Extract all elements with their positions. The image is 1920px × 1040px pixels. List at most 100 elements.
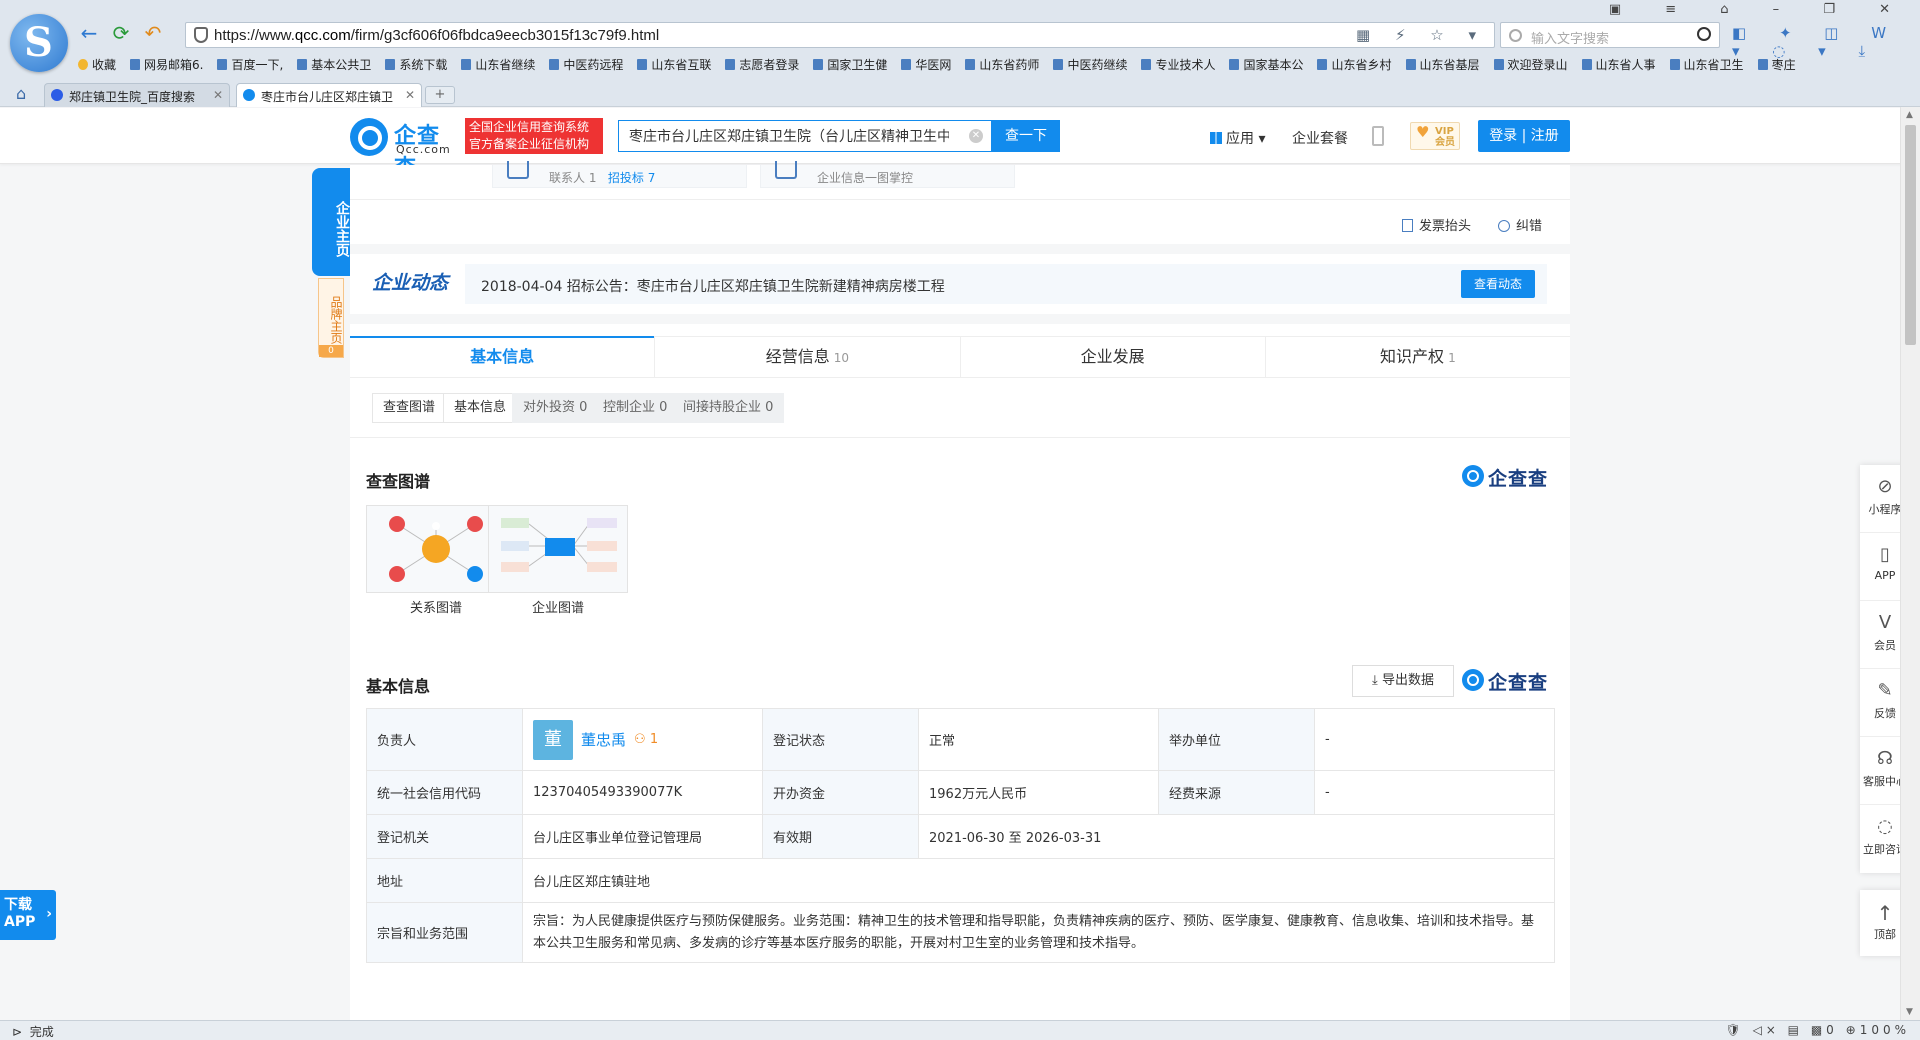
scroll-thumb[interactable] <box>1905 125 1916 345</box>
bookmark-item[interactable]: 国家基本公 <box>1229 56 1303 73</box>
bookmark-item[interactable]: 山东省人事 <box>1581 56 1656 73</box>
overview-card[interactable]: 企业信息一图掌控 <box>760 161 1015 188</box>
scroll-down-icon[interactable]: ▼ <box>1906 1007 1913 1017</box>
company-search-input[interactable] <box>619 121 959 151</box>
tab-label: 郑庄镇卫生院_百度搜索 <box>69 90 196 104</box>
bookmark-icon <box>1053 59 1064 70</box>
bookmark-item[interactable]: 中医药继续 <box>1053 56 1127 73</box>
page-scrollbar[interactable]: ▲ ▼ <box>1900 107 1920 1020</box>
bookmark-item[interactable]: 网易邮箱6. <box>130 56 203 73</box>
tab-development[interactable]: 企业发展 <box>961 337 1266 377</box>
bookmark-item[interactable]: 山东省乡村 <box>1317 56 1392 73</box>
bookmark-label: 山东省卫生 <box>1683 58 1744 72</box>
company-search-box: ✕ <box>618 120 992 152</box>
bookmark-label: 收藏 <box>92 58 117 72</box>
credit-code-label: 统一社会信用代码 <box>366 770 523 815</box>
bookmark-item[interactable]: 系统下载 <box>385 56 447 73</box>
bookmark-label: 枣庄 <box>1771 58 1796 72</box>
error-report-link[interactable]: 纠错 <box>1498 215 1542 234</box>
address-bar[interactable]: https://www.qcc.com/firm/g3cf606f06fbdca… <box>185 22 1495 48</box>
relation-graph-thumbnail[interactable] <box>366 505 506 593</box>
chevron-right-icon: › <box>46 906 52 922</box>
company-homepage-tab[interactable]: 企业主页 <box>312 168 350 276</box>
subtab-basic[interactable]: 基本信息 <box>443 393 518 423</box>
mobile-icon[interactable] <box>1372 126 1384 146</box>
tab-label: 企业发展 <box>1080 347 1145 366</box>
tab-ip[interactable]: 知识产权 1 <box>1266 337 1570 377</box>
close-tab-icon[interactable]: ✕ <box>213 88 223 102</box>
enterprise-graph-thumbnail[interactable] <box>488 505 628 593</box>
apps-menu[interactable]: 应用 ▾ <box>1210 128 1265 148</box>
bookmark-item[interactable]: 志愿者登录 <box>725 56 799 73</box>
back-icon[interactable]: ← <box>78 22 100 44</box>
bookmark-item[interactable]: 华医网 <box>901 56 951 73</box>
subtab-graph[interactable]: 查查图谱 <box>372 393 447 423</box>
package-link[interactable]: 企业套餐 <box>1292 128 1348 148</box>
bookmark-item[interactable]: 基本公共卫 <box>297 56 371 73</box>
table-row: 登记机关 台儿庄区事业单位登记管理局 有效期 2021-06-30 至 2026… <box>366 814 1555 859</box>
main-tabs: 基本信息 经营信息 10 企业发展 知识产权 1 <box>350 336 1570 378</box>
bookmark-item[interactable]: 国家卫生健 <box>813 56 887 73</box>
rf-label: 小程序 <box>1868 503 1902 516</box>
window-controls[interactable]: ▣ ≡ ⌂ – ❐ ✕ <box>1609 2 1910 17</box>
bids-count: 招投标 7 <box>607 171 656 185</box>
refresh-icon[interactable]: ⟳ <box>110 22 132 44</box>
bookmark-item[interactable]: 山东省药师 <box>965 56 1039 73</box>
tab-qcc-firm[interactable]: 枣庄市台儿庄区郑庄镇卫 ✕ <box>236 83 422 107</box>
vip-top: VIP <box>1435 126 1454 137</box>
close-tab-icon[interactable]: ✕ <box>405 88 415 102</box>
subtab-controlled[interactable]: 控制企业 0 <box>592 393 679 423</box>
subtab-indirect[interactable]: 间接持股企业 0 <box>672 393 785 423</box>
download-app-button[interactable]: 下载 APP › <box>0 890 56 940</box>
bookmark-item[interactable]: 收藏 <box>78 56 116 73</box>
login-register-button[interactable]: 登录 | 注册 <box>1478 120 1570 152</box>
tab-business-info[interactable]: 经营信息 10 <box>655 337 961 377</box>
legal-rep-name[interactable]: 董忠禹 <box>581 731 626 749</box>
search-button[interactable]: 查一下 <box>992 120 1060 152</box>
apps-grid-icon <box>1210 132 1222 144</box>
address-tools[interactable]: ▦ ⚡ ☆ ▾ <box>1356 26 1486 44</box>
relation-count[interactable]: ⚇ 1 <box>634 732 658 747</box>
toolbar-icons[interactable]: ◧ ✦ ◫ W ▾ ◌ ▾ ⤓ <box>1732 24 1920 60</box>
brand-homepage-tab[interactable]: 品牌主页 0 <box>318 278 344 358</box>
news-box: 2018-04-04 招标公告：枣庄市台儿庄区郑庄镇卫生院新建精神病房楼工程 查… <box>465 264 1547 304</box>
tab-baidu-search[interactable]: 郑庄镇卫生院_百度搜索 ✕ <box>44 83 230 107</box>
bookmark-item[interactable]: 百度一下, <box>217 56 283 73</box>
validity-label: 有效期 <box>762 814 919 859</box>
clear-search-icon[interactable]: ✕ <box>969 129 983 143</box>
qcc-mark-name: 企查查 <box>1488 468 1549 490</box>
new-tab-button[interactable]: + <box>425 86 455 104</box>
qcc-logo[interactable]: 企查查 Qcc.com <box>350 118 460 181</box>
tab-label: 枣庄市台儿庄区郑庄镇卫 <box>261 90 394 104</box>
status-icons[interactable]: 🛡 ◁× ▤ ▩0 ⊕100% <box>1726 1023 1910 1037</box>
browser-search-input[interactable]: 输入文字搜索 <box>1500 22 1720 48</box>
undo-icon[interactable]: ↶ <box>142 22 164 44</box>
bookmark-label: 山东省乡村 <box>1331 58 1392 72</box>
export-data-button[interactable]: ⤓ 导出数据 <box>1352 665 1454 697</box>
scroll-up-icon[interactable]: ▲ <box>1906 110 1913 120</box>
qcc-mark-name: 企查查 <box>1488 672 1549 694</box>
bookmark-item[interactable]: 山东省继续 <box>461 56 535 73</box>
tab-basic-info[interactable]: 基本信息 <box>350 336 656 377</box>
company-news: 企业动态 2018-04-04 招标公告：枣庄市台儿庄区郑庄镇卫生院新建精神病房… <box>350 254 1570 314</box>
contact-card[interactable]: 联系人 1 招投标 7 <box>492 161 747 188</box>
vip-badge[interactable]: VIP 会员 <box>1410 122 1460 150</box>
section-divider <box>350 314 1570 324</box>
bookmark-item[interactable]: 山东省卫生 <box>1669 56 1744 73</box>
bookmark-item[interactable]: 山东省基层 <box>1405 56 1480 73</box>
sponsor-value: - <box>1314 708 1555 771</box>
credit-code-value: 12370405493390077K <box>522 770 763 815</box>
view-news-button[interactable]: 查看动态 <box>1461 270 1535 298</box>
invoice-header-link[interactable]: 发票抬头 <box>1402 215 1471 234</box>
bookmark-item[interactable]: 中医药远程 <box>549 56 623 73</box>
bookmark-item[interactable]: 山东省互联 <box>637 56 711 73</box>
home-icon[interactable]: ⌂ <box>16 84 26 103</box>
badge-line2: 官方备案企业征信机构 <box>469 137 590 151</box>
bookmark-item[interactable]: 枣庄 <box>1757 56 1796 73</box>
news-text[interactable]: 2018-04-04 招标公告：枣庄市台儿庄区郑庄镇卫生院新建精神病房楼工程 <box>481 276 945 296</box>
search-icon[interactable] <box>1697 27 1711 41</box>
bookmark-item[interactable]: 专业技术人 <box>1141 56 1215 73</box>
qcc-mark-icon <box>1462 669 1484 691</box>
bookmark-item[interactable]: 欢迎登录山 <box>1493 56 1568 73</box>
subtab-investment[interactable]: 对外投资 0 <box>512 393 599 423</box>
